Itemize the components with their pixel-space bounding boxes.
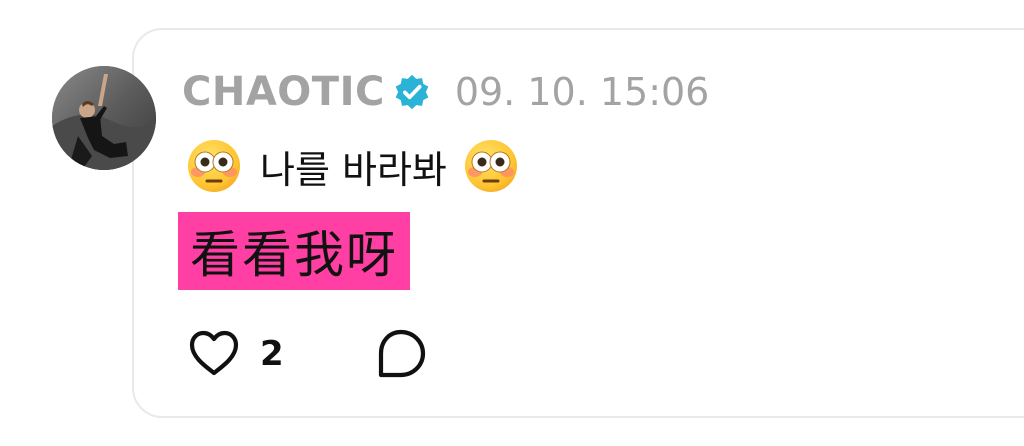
post-text-chinese: 看看我呀 [190,226,398,284]
post-text-korean: 나를 바라봐 [260,147,447,192]
heart-icon[interactable] [186,326,242,382]
flushed-face-emoji-icon [188,140,240,192]
post-text-line-1: 나를 바라봐 [186,136,519,196]
username[interactable]: CHAOTIC [182,69,385,115]
post-header: CHAOTIC 09. 10. 15:06 [182,66,709,118]
speech-bubble-icon[interactable] [374,327,428,381]
post-timestamp: 09. 10. 15:06 [454,70,710,114]
avatar-photo [52,66,156,170]
avatar[interactable] [52,66,156,170]
post-text-line-2-highlight: 看看我呀 [178,212,410,290]
verified-badge-icon [395,74,429,110]
post-actions: 2 [186,324,428,384]
like-count: 2 [260,334,284,374]
flushed-face-emoji-icon [464,140,517,192]
